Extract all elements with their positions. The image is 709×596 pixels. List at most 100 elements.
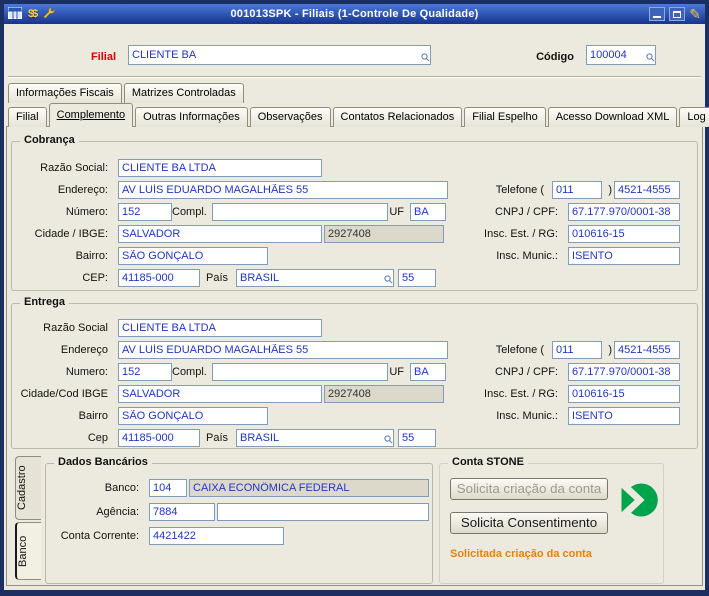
tab-log[interactable]: Log xyxy=(679,107,709,127)
wrench-icon[interactable] xyxy=(42,6,56,23)
lookup-icon[interactable] xyxy=(421,53,430,65)
side-tab-cadastro[interactable]: Cadastro xyxy=(15,456,41,520)
codigo-field xyxy=(586,45,656,65)
telefone-field xyxy=(614,341,680,359)
tab-complemento[interactable]: Complemento xyxy=(48,103,134,127)
ddi-input[interactable] xyxy=(398,429,436,447)
ddi-field xyxy=(398,269,436,287)
cnpj-input[interactable] xyxy=(568,363,680,381)
compl-field xyxy=(212,363,388,381)
solicita-consentimento-button[interactable]: Solicita Consentimento xyxy=(450,512,608,534)
razao-social-label: Razão Social: xyxy=(40,162,108,174)
header-separator xyxy=(8,76,701,78)
insc-est-input[interactable] xyxy=(568,225,680,243)
agencia-label: Agência: xyxy=(96,506,139,518)
compl-input[interactable] xyxy=(212,363,388,381)
cobranca-legend: Cobrança xyxy=(20,134,79,146)
telefone-input[interactable] xyxy=(614,341,680,359)
insc-mun-label: Insc. Munic.: xyxy=(496,410,558,422)
filial-input[interactable] xyxy=(128,45,431,65)
tab-observacoes[interactable]: Observações xyxy=(249,107,331,127)
telefone-input[interactable] xyxy=(614,181,680,199)
insc-est-input[interactable] xyxy=(568,385,680,403)
cnpj-input[interactable] xyxy=(568,203,680,221)
cep-input[interactable] xyxy=(118,269,200,287)
bairro-field xyxy=(118,407,268,425)
pais-field xyxy=(236,429,394,447)
pais-input[interactable] xyxy=(236,429,394,447)
cidade-input[interactable] xyxy=(118,385,322,403)
razao-social-label: Razão Social xyxy=(43,322,108,334)
pais-field xyxy=(236,269,394,287)
telefone-ddd-input[interactable] xyxy=(552,181,602,199)
tab-acesso-download-xml[interactable]: Acesso Download XML xyxy=(547,107,678,127)
banco-code-input[interactable] xyxy=(149,479,187,497)
endereco-input[interactable] xyxy=(118,341,448,359)
razao-social-input[interactable] xyxy=(118,319,322,337)
telefone-ddd-input[interactable] xyxy=(552,341,602,359)
ddi-field xyxy=(398,429,436,447)
agencia-input[interactable] xyxy=(149,503,215,521)
money-icon[interactable]: $$ xyxy=(28,8,38,20)
numero-input[interactable] xyxy=(118,203,172,221)
insc-mun-input[interactable] xyxy=(568,247,680,265)
tab-filial-espelho[interactable]: Filial Espelho xyxy=(464,107,546,127)
conta-stone-legend: Conta STONE xyxy=(448,456,528,468)
compl-input[interactable] xyxy=(212,203,388,221)
cidade-label: Cidade/Cod IBGE xyxy=(20,388,108,400)
titlebar-icons: $$ xyxy=(8,6,78,23)
tab-matrizes-controladas[interactable]: Matrizes Controladas xyxy=(123,83,244,103)
cep-input[interactable] xyxy=(118,429,200,447)
cep-field xyxy=(118,269,200,287)
window-title: 001013SPK - Filiais (1-Controle De Quali… xyxy=(230,8,479,20)
telefone-field xyxy=(614,181,680,199)
bairro-input[interactable] xyxy=(118,247,268,265)
agencia-secondary-field xyxy=(217,503,429,521)
compl-label: Compl. xyxy=(172,366,207,378)
ddi-input[interactable] xyxy=(398,269,436,287)
compl-label: Compl. xyxy=(172,206,207,218)
edit-icon[interactable]: ✎ xyxy=(689,7,701,21)
maximize-button[interactable] xyxy=(669,7,686,21)
stone-logo-icon xyxy=(616,478,660,525)
uf-label: UF xyxy=(389,366,404,378)
insc-mun-field xyxy=(568,247,680,265)
endereco-field xyxy=(118,181,448,199)
razao-social-input[interactable] xyxy=(118,159,322,177)
lookup-icon[interactable] xyxy=(384,435,393,447)
entrega-group: Entrega Razão Social Endereço Telefone (… xyxy=(11,296,698,449)
complemento-tab-panel: Cobrança Razão Social: Endereço: Telefon… xyxy=(6,126,703,586)
tab-filial[interactable]: Filial xyxy=(8,107,47,127)
lookup-icon[interactable] xyxy=(384,275,393,287)
razao-social-field xyxy=(118,159,322,177)
conta-corrente-input[interactable] xyxy=(149,527,284,545)
agencia-secondary-input[interactable] xyxy=(217,503,429,521)
cidade-input[interactable] xyxy=(118,225,322,243)
insc-est-label: Insc. Est. / RG: xyxy=(484,228,558,240)
cep-label: Cep xyxy=(87,432,108,444)
conta-stone-group: Conta STONE Solicita criação da conta So… xyxy=(439,456,664,584)
cnpj-field xyxy=(568,363,680,381)
solicita-criacao-conta-button[interactable]: Solicita criação da conta xyxy=(450,478,608,500)
cnpj-label: CNPJ / CPF: xyxy=(495,366,558,378)
endereco-field xyxy=(118,341,448,359)
side-tab-banco[interactable]: Banco xyxy=(15,522,41,580)
tab-outras-informacoes[interactable]: Outras Informações xyxy=(135,107,248,127)
insc-mun-input[interactable] xyxy=(568,407,680,425)
endereco-input[interactable] xyxy=(118,181,448,199)
minimize-button[interactable] xyxy=(649,7,666,21)
cep-field xyxy=(118,429,200,447)
ibge-field xyxy=(324,385,444,403)
pais-input[interactable] xyxy=(236,269,394,287)
pais-label: País xyxy=(205,432,228,444)
titlebar: $$ 001013SPK - Filiais (1-Controle De Qu… xyxy=(4,4,705,24)
lookup-icon[interactable] xyxy=(646,53,655,65)
tab-informacoes-fiscais[interactable]: Informações Fiscais xyxy=(8,83,122,103)
banco-label: Banco: xyxy=(104,482,139,494)
numero-input[interactable] xyxy=(118,363,172,381)
numero-field xyxy=(118,203,172,221)
compl-field xyxy=(212,203,388,221)
tab-contatos-relacionados[interactable]: Contatos Relacionados xyxy=(332,107,463,127)
bairro-input[interactable] xyxy=(118,407,268,425)
cnpj-field xyxy=(568,203,680,221)
